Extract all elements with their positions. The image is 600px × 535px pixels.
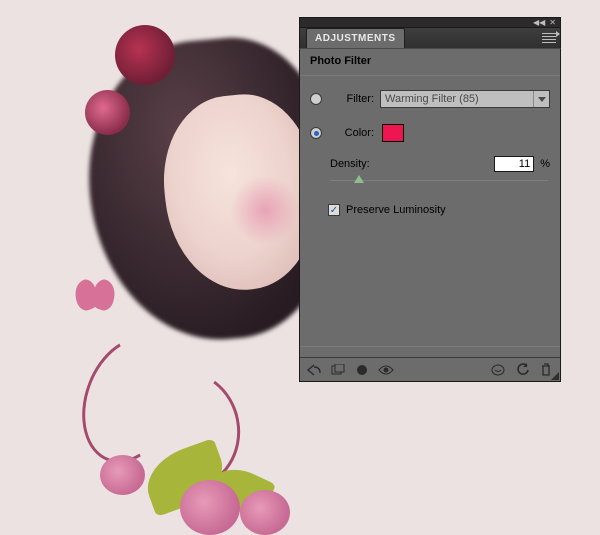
panel-body: Photo Filter Filter: Warming Filter (85)… [299, 49, 561, 382]
clip-to-layer-icon[interactable] [354, 362, 370, 378]
artwork-flower [240, 490, 290, 535]
artwork-flower [100, 455, 145, 495]
artwork-blush [230, 175, 300, 245]
panel-footer [300, 357, 560, 381]
density-label: Density: [330, 158, 370, 170]
artwork-flower [180, 480, 240, 535]
artwork-butterfly [75, 280, 117, 316]
resize-handle-icon[interactable] [549, 370, 559, 380]
preserve-luminosity-label: Preserve Luminosity [346, 204, 446, 216]
artwork-rose [85, 90, 130, 135]
density-row: Density: % [300, 146, 560, 172]
collapse-icon[interactable]: ◀◀ [533, 19, 545, 27]
chevron-down-icon[interactable] [533, 91, 549, 107]
slider-thumb[interactable] [354, 175, 364, 183]
visibility-icon[interactable] [378, 362, 394, 378]
adjustments-panel: ◀◀ ✕ ADJUSTMENTS Photo Filter Filter: Wa… [299, 17, 561, 382]
color-row: Color: [300, 120, 560, 146]
panel-menu-icon[interactable] [542, 33, 556, 43]
previous-state-icon[interactable] [490, 362, 506, 378]
tab-adjustments[interactable]: ADJUSTMENTS [306, 28, 405, 48]
density-input[interactable] [494, 156, 534, 172]
preserve-luminosity-checkbox[interactable]: ✓ [328, 204, 340, 216]
close-icon[interactable]: ✕ [549, 19, 556, 27]
color-radio[interactable] [310, 127, 322, 139]
filter-radio[interactable] [310, 93, 322, 105]
divider [300, 75, 560, 76]
back-arrow-icon[interactable] [306, 362, 322, 378]
filter-row: Filter: Warming Filter (85) [300, 86, 560, 112]
filter-label: Filter: [328, 93, 374, 105]
preserve-luminosity-row: ✓ Preserve Luminosity [300, 188, 560, 226]
panel-title: Photo Filter [300, 49, 560, 75]
divider [300, 346, 560, 347]
density-unit: % [540, 158, 550, 170]
color-label: Color: [328, 127, 374, 139]
panel-tabbar: ADJUSTMENTS [299, 27, 561, 49]
panel-spacer [300, 226, 560, 346]
color-swatch[interactable] [382, 124, 404, 142]
layer-scope-icon[interactable] [330, 362, 346, 378]
density-slider[interactable] [330, 174, 548, 188]
filter-dropdown-value: Warming Filter (85) [385, 93, 479, 105]
panel-collapse-bar[interactable]: ◀◀ ✕ [299, 17, 561, 27]
filter-dropdown[interactable]: Warming Filter (85) [380, 90, 550, 108]
reset-icon[interactable] [514, 362, 530, 378]
artwork-rose [115, 25, 175, 85]
